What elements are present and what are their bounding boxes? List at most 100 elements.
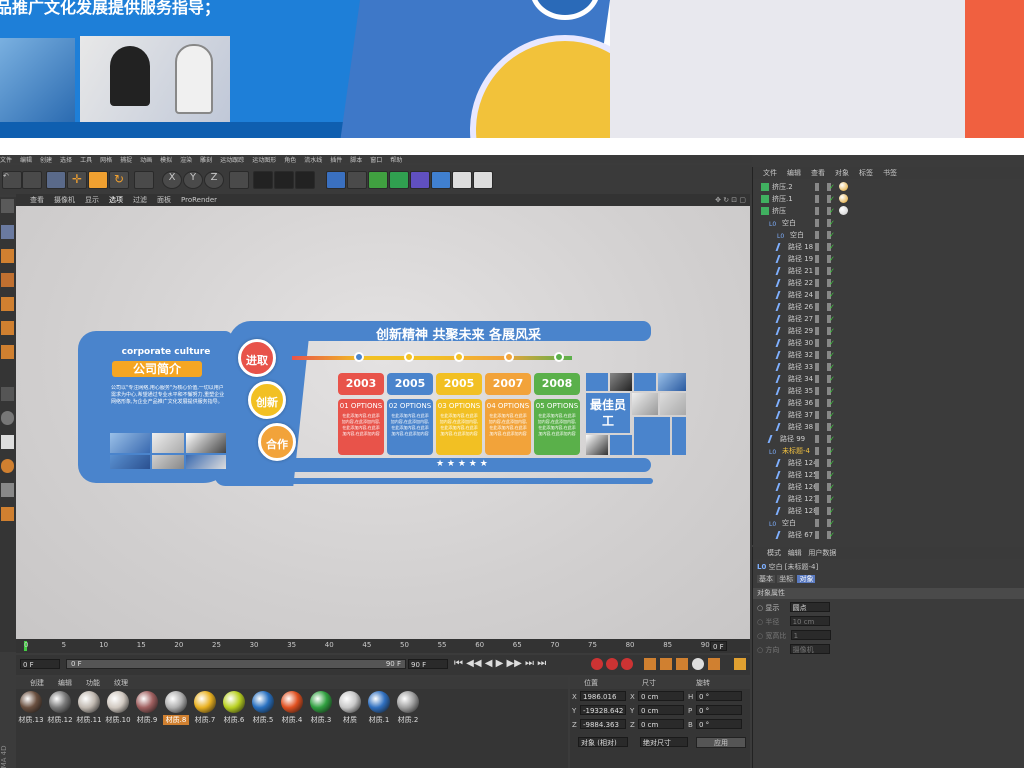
enable-check-icon[interactable]: ✓ [829, 457, 835, 469]
attr-subtab-basic[interactable]: 基本 [757, 575, 775, 583]
x-axis-icon[interactable]: X [162, 171, 182, 189]
menu-item[interactable]: 流水线 [304, 157, 322, 163]
object-row[interactable]: 路径 124 ✓ [753, 457, 1023, 469]
viewport-menu-item[interactable]: ProRender [181, 196, 217, 204]
menu-item[interactable]: 创建 [40, 157, 52, 163]
viewport-menu-item[interactable]: 摄像机 [54, 196, 75, 204]
rotation-p-field[interactable]: 0 ° [696, 705, 742, 715]
render-picture-icon[interactable] [274, 171, 294, 189]
position-x-field[interactable]: 1986.016 cm [580, 691, 626, 711]
checker-icon[interactable] [1, 273, 14, 287]
enable-check-icon[interactable]: ✓ [829, 397, 835, 409]
object-row[interactable]: 路径 24 ✓ [753, 289, 1023, 301]
timeline-window-icon[interactable] [734, 658, 746, 670]
object-manager-menu-item[interactable]: 文件 [763, 169, 777, 177]
menu-item[interactable]: 选择 [60, 157, 72, 163]
object-manager-menu-item[interactable]: 书签 [883, 169, 897, 177]
enable-check-icon[interactable]: ✓ [829, 313, 835, 325]
floor-icon[interactable] [431, 171, 451, 189]
param-key-icon[interactable] [692, 658, 704, 670]
material-menu-item[interactable]: 纹理 [114, 679, 128, 687]
end-frame-field[interactable]: 90 F [408, 659, 448, 669]
size-x-field[interactable]: 0 cm [638, 691, 684, 701]
enable-check-icon[interactable]: ✓ [829, 325, 835, 337]
enable-check-icon[interactable]: ✓ [829, 373, 835, 385]
position-y-field[interactable]: -19328.642 cm [580, 705, 626, 715]
size-y-field[interactable]: 0 cm [638, 705, 684, 715]
enable-check-icon[interactable]: ✓ [829, 481, 835, 493]
menu-item[interactable]: 工具 [80, 157, 92, 163]
object-row[interactable]: 路径 26 ✓ [753, 301, 1023, 313]
rotate-tool-icon[interactable]: ↻ [109, 171, 129, 189]
object-row[interactable]: 路径 18 ✓ [753, 241, 1023, 253]
enable-check-icon[interactable]: ✓ [829, 265, 835, 277]
keyframe-icon[interactable] [621, 658, 633, 670]
rotation-b-field[interactable]: 0 ° [696, 719, 742, 729]
radius-field[interactable]: 10 cm [789, 616, 830, 626]
enable-check-icon[interactable]: ✓ [829, 385, 835, 397]
menu-item[interactable]: 动画 [140, 157, 152, 163]
timeline-ruler[interactable]: 0 5 10 15 20 25 30 35 40 45 50 55 60 65 70 75 80 85 90 [16, 639, 750, 653]
enable-check-icon[interactable]: ✓ [829, 337, 835, 349]
snap-icon[interactable] [1, 411, 14, 425]
coordinate-system-icon[interactable] [229, 171, 249, 189]
direction-select[interactable]: 摄像机 [789, 644, 830, 654]
enable-check-icon[interactable]: ✓ [829, 517, 835, 529]
object-row[interactable]: 挤压.2 ✓ [753, 181, 1023, 193]
pen-icon[interactable] [347, 171, 367, 189]
axis-icon[interactable] [1, 387, 14, 401]
menu-item[interactable]: 捕捉 [120, 157, 132, 163]
object-row[interactable]: 路径 33 ✓ [753, 361, 1023, 373]
size-mode-select[interactable]: 绝对尺寸 [640, 737, 688, 747]
enable-check-icon[interactable]: ✓ [829, 217, 835, 229]
record-icon[interactable] [591, 658, 603, 670]
object-row[interactable]: 路径 19 ✓ [753, 253, 1023, 265]
model-mode-icon[interactable] [1, 225, 14, 239]
material-swatch[interactable]: 材质.4 [279, 691, 305, 727]
cube-icon[interactable] [326, 171, 346, 189]
object-row[interactable]: 路径 36 ✓ [753, 397, 1023, 409]
material-menu-item[interactable]: 创建 [30, 679, 44, 687]
enable-check-icon[interactable]: ✓ [829, 493, 835, 505]
menu-item[interactable]: 窗口 [370, 157, 382, 163]
polygons-icon[interactable] [1, 345, 14, 359]
s-icon[interactable] [1, 435, 14, 449]
material-swatch[interactable]: 材质.3 [308, 691, 334, 727]
attr-tab-edit[interactable]: 编辑 [788, 549, 802, 557]
position-z-field[interactable]: -9884.363 cm [580, 719, 626, 729]
enable-check-icon[interactable]: ✓ [829, 409, 835, 421]
object-row[interactable]: 挤压.1 ✓ [753, 193, 1023, 205]
z-axis-icon[interactable]: Z [204, 171, 224, 189]
viewport-menu-item[interactable]: 过滤 [133, 196, 147, 204]
menu-item[interactable]: 渲染 [180, 157, 192, 163]
rotation-h-field[interactable]: 0 ° [696, 691, 742, 701]
undo-button[interactable]: ↶ [2, 171, 22, 189]
object-row[interactable]: 路径 126 ✓ [753, 481, 1023, 493]
object-row[interactable]: 路径 37 ✓ [753, 409, 1023, 421]
viewport-menu-item[interactable]: 显示 [85, 196, 99, 204]
render-view-icon[interactable] [253, 171, 273, 189]
material-swatch[interactable]: 材质.1 [366, 691, 392, 727]
material-swatch[interactable]: 材质.11 [76, 691, 102, 727]
material-swatch[interactable]: 材质.13 [18, 691, 44, 727]
enable-check-icon[interactable]: ✓ [829, 229, 835, 241]
object-row[interactable]: L0 空白 ✓ [753, 229, 1023, 241]
enable-check-icon[interactable]: ✓ [829, 421, 835, 433]
menu-item[interactable]: 雕刻 [200, 157, 212, 163]
render-settings-icon[interactable] [295, 171, 315, 189]
select-tool-icon[interactable] [46, 171, 66, 189]
playback-controls[interactable]: ⏮ ◀◀ ◀ ▶ ▶▶ ⏭ ⏭ [454, 658, 546, 669]
object-manager-menu-item[interactable]: 标签 [859, 169, 873, 177]
scale-tool-icon[interactable] [88, 171, 108, 189]
current-frame-field[interactable]: 0 F [710, 641, 750, 651]
material-swatch[interactable]: 材质 [337, 691, 363, 727]
material-menu-item[interactable]: 功能 [86, 679, 100, 687]
enable-check-icon[interactable]: ✓ [829, 445, 835, 457]
enable-check-icon[interactable]: ✓ [829, 253, 835, 265]
material-swatch[interactable]: 材质.9 [134, 691, 160, 727]
enable-check-icon[interactable]: ✓ [829, 205, 835, 217]
object-row[interactable]: 路径 30 ✓ [753, 337, 1023, 349]
object-manager-menu-item[interactable]: 查看 [811, 169, 825, 177]
object-row[interactable]: 路径 35 ✓ [753, 385, 1023, 397]
object-row[interactable]: 路径 67 ✓ [753, 529, 1023, 541]
